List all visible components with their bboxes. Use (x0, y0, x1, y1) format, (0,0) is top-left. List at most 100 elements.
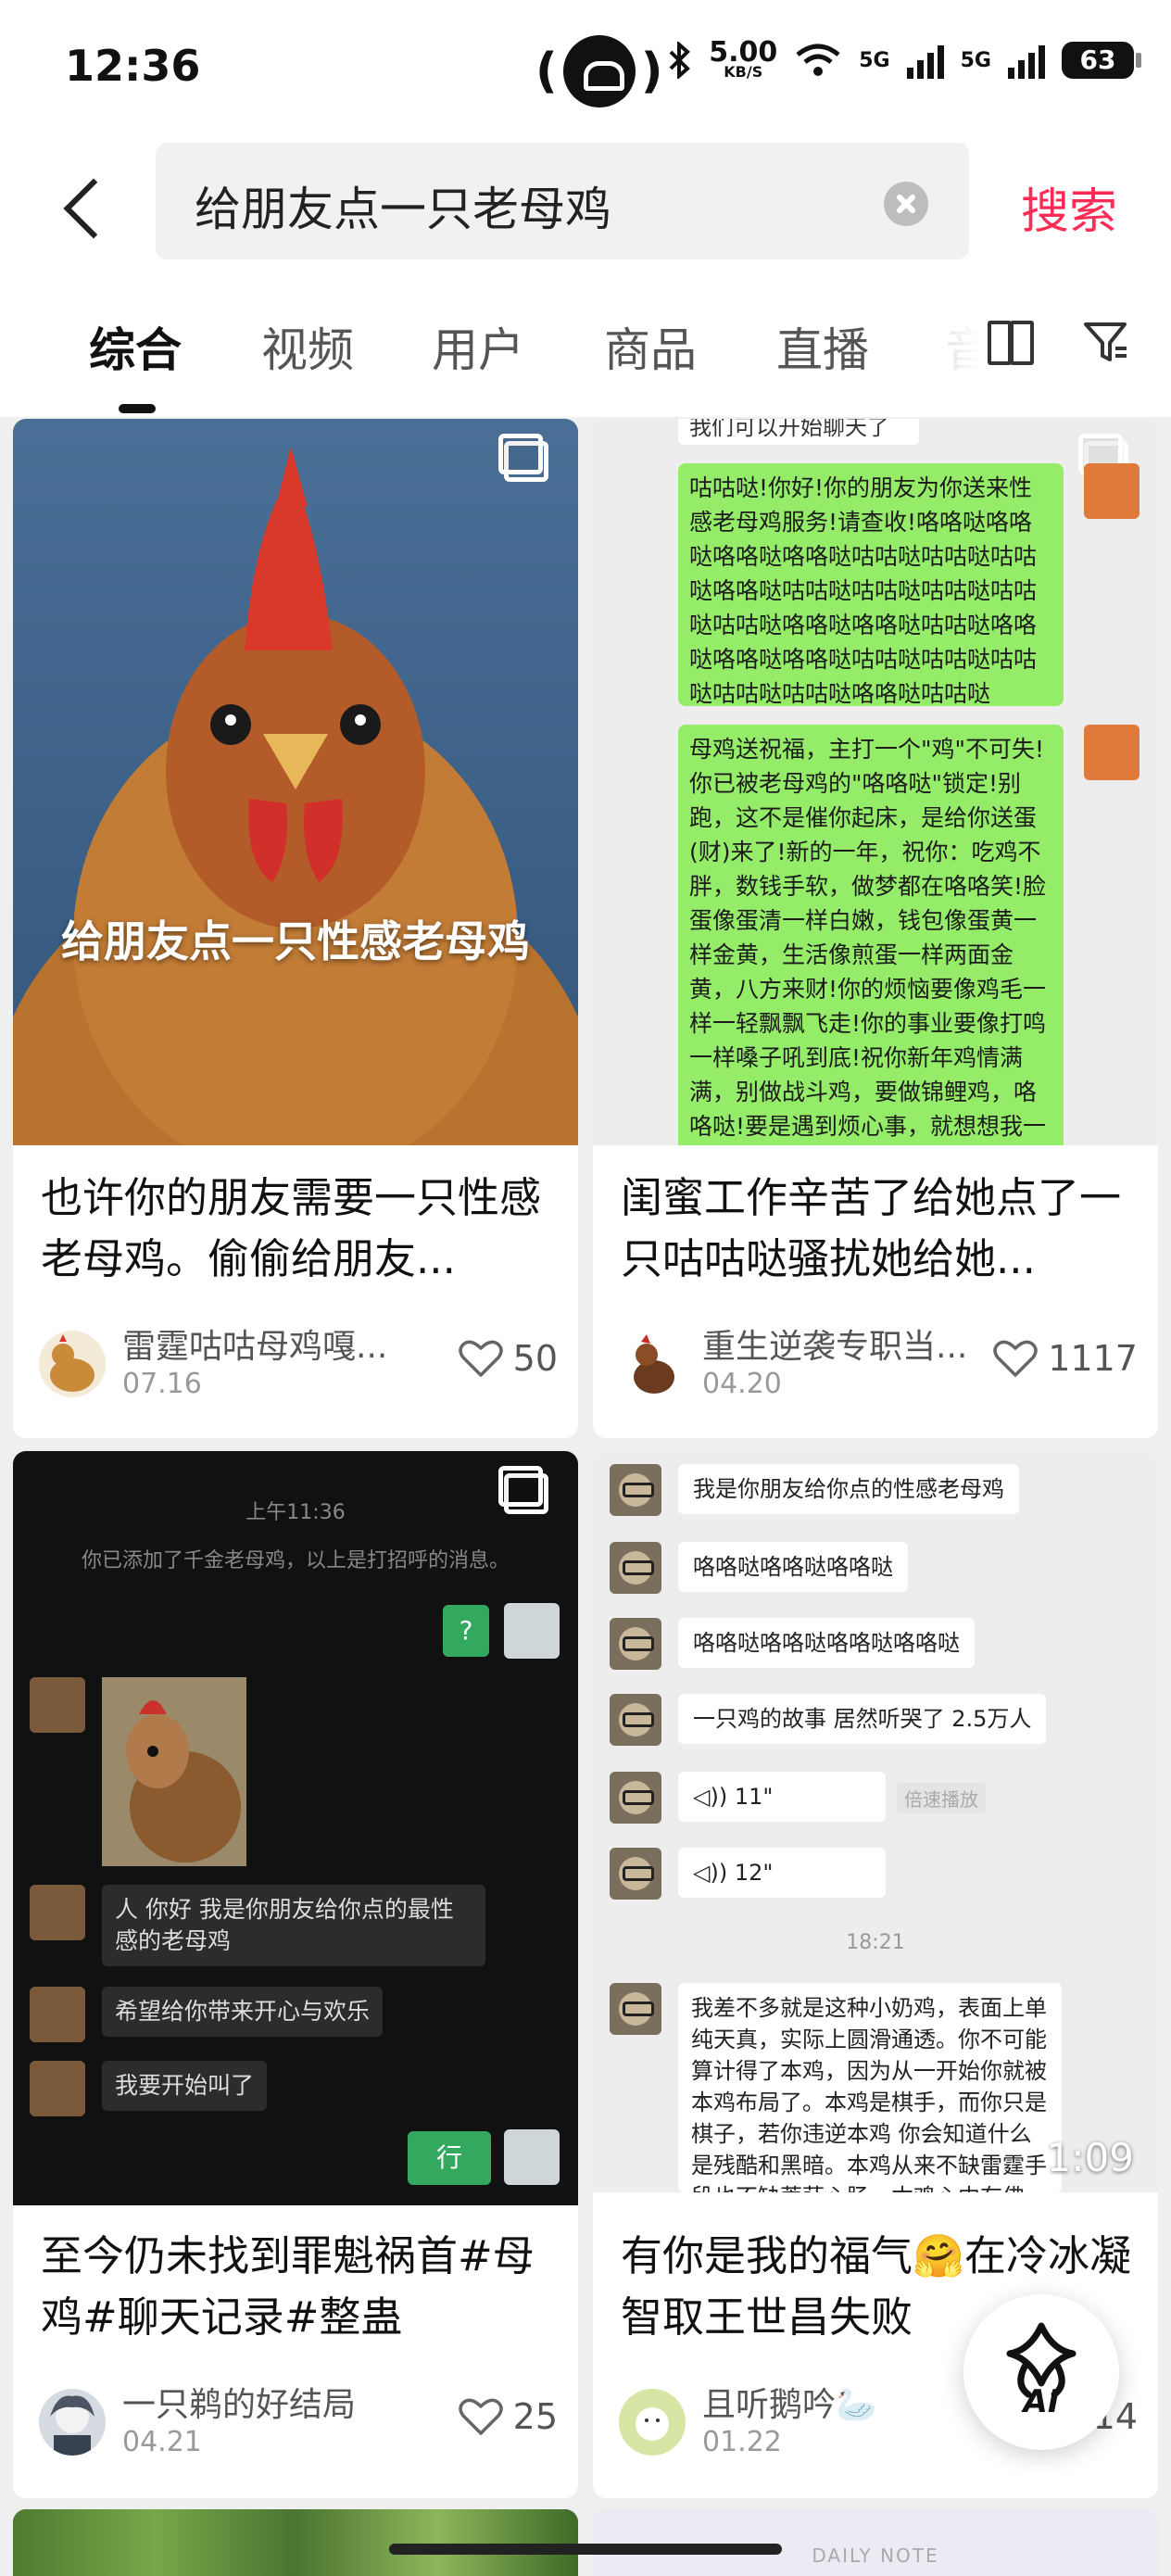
card-2-likes[interactable]: 1117 (992, 1338, 1138, 1379)
result-card-2[interactable]: 我们可以开始聊天了 咕咕哒!你好!你的朋友为你送来性感老母鸡服务!请查收!咯咯哒… (593, 419, 1158, 1438)
card-2-avatar[interactable] (619, 1331, 686, 1397)
card-4-avatar-5 (610, 1772, 661, 1824)
ai-sparkle-icon (1006, 2322, 1077, 2398)
result-tabs: 综合 视频 用户 商品 直播 音 (0, 269, 1171, 417)
card-4-msg-2: 咯咯哒咯咯哒咯咯哒 (678, 1542, 908, 1592)
card-2-thumbnail[interactable]: 我们可以开始聊天了 咕咕哒!你好!你的朋友为你送来性感老母鸡服务!请查收!咯咯哒… (593, 419, 1158, 1145)
tab-users[interactable]: 用户 (432, 313, 524, 380)
tab-products[interactable]: 商品 (604, 313, 697, 380)
card-1-author[interactable]: 雷霆咕咕母鸡嘎... 07.16 (39, 1327, 387, 1401)
search-button[interactable]: 搜索 (1021, 172, 1117, 242)
card-3-self-avatar-2 (504, 2129, 560, 2185)
result-card-5[interactable] (13, 2509, 578, 2576)
status-icons: 5.00 KB/S 5G 5G 63 (668, 39, 1141, 80)
card-4-msg-4: 一只鸡的故事 居然听哭了 2.5万人 (678, 1694, 1047, 1744)
tab-comprehensive[interactable]: 综合 (89, 313, 182, 380)
card-3-chat-time: 上午11:36 (246, 1501, 346, 1524)
tab-live[interactable]: 直播 (776, 313, 869, 380)
filter-icon[interactable] (1082, 319, 1130, 367)
card-3-hen-photo (102, 1677, 246, 1866)
search-input[interactable]: 给朋友点一只老母鸡 (156, 143, 969, 259)
card-4-avatar-7 (610, 1983, 661, 2035)
card-3-date: 04.21 (122, 2426, 202, 2458)
battery-icon: 63 (1062, 42, 1141, 79)
card-4-speed-tag: 倍速播放 (897, 1783, 986, 1813)
card-1-thumbnail[interactable]: 给朋友点一只性感老母鸡 (13, 419, 578, 1145)
tab-video[interactable]: 视频 (261, 313, 354, 380)
card-4-voice-1: ◁)) 11" (678, 1772, 886, 1822)
card-3-msg-3: 我要开始叫了 (102, 2061, 268, 2111)
card-3-likes[interactable]: 25 (458, 2396, 558, 2437)
heart-icon (458, 1340, 503, 1377)
hen-illustration (13, 447, 578, 1145)
result-card-6[interactable]: DAILY NOTE (593, 2509, 1158, 2576)
home-indicator[interactable] (389, 2544, 782, 2555)
card-3-msg-2: 希望给你带来开心与欢乐 (102, 1987, 384, 2037)
card-4-msg-5: 我差不多就是这种小奶鸡，表面上单纯天真，实际上圆滑通透。你不可能算计得了本鸡，因… (678, 1983, 1062, 2192)
card-2-chat-avatar-2 (1084, 725, 1140, 780)
card-4-avatar[interactable] (619, 2389, 686, 2456)
card-4-msg-1: 我是你朋友给你点的性感老母鸡 (678, 1464, 1019, 1514)
card-3-msg-1: 人 你好 我是你朋友给你点的最性感的老母鸡 (102, 1885, 485, 1966)
card-1-likes[interactable]: 50 (458, 1338, 558, 1379)
card-4-avatar-6 (610, 1848, 661, 1900)
card-4-thumbnail[interactable]: 我是你朋友给你点的性感老母鸡 咯咯哒咯咯哒咯咯哒 咯咯哒咯咯哒咯咯哒咯咯哒 一只… (593, 1451, 1158, 2192)
heart-icon (993, 1340, 1039, 1377)
signal-1-icon (906, 42, 944, 79)
card-3-author[interactable]: 一只鹈的好结局 04.21 (39, 2385, 356, 2459)
voice-icon: ◁)) (693, 1784, 735, 1810)
card-4-author-name: 且听鹅吟🦢 (702, 2386, 877, 2424)
card-5-thumbnail[interactable] (13, 2509, 578, 2576)
card-4-duration: 1:09 (1046, 2135, 1134, 2180)
status-bar: 12:36 () 5.00 KB/S 5G 5G 63 (0, 0, 1171, 139)
card-1-avatar[interactable] (39, 1331, 106, 1397)
wifi-icon (796, 44, 840, 76)
card-3-hen-avatar-4 (30, 2061, 85, 2116)
card-4-voice-2: ◁)) 12" (678, 1848, 886, 1898)
ai-assistant-button[interactable]: AI (963, 2294, 1119, 2450)
card-4-avatar-4 (610, 1694, 661, 1746)
card-2-chat-bubble-2: 母鸡送祝福，主打一个"鸡"不可失!你已被老母鸡的"咯咯哒"锁定!别跑，这不是催你… (678, 725, 1064, 1145)
card-3-hen-avatar-3 (30, 1987, 85, 2042)
ai-label: AI (1023, 2383, 1060, 2420)
card-1-like-count: 50 (512, 1338, 558, 1379)
back-button[interactable] (56, 170, 111, 245)
card-1-author-name: 雷霆咕咕母鸡嘎... (122, 1328, 388, 1366)
card-3-avatar[interactable] (39, 2389, 106, 2456)
card-2-chat-avatar-1 (1084, 463, 1140, 519)
result-card-3[interactable]: 上午11:36 你已添加了千金老母鸡，以上是打招呼的消息。 ? 人 你好 我是你… (13, 1451, 578, 2498)
card-2-date: 04.20 (702, 1368, 782, 1400)
search-header: 给朋友点一只老母鸡 搜索 (0, 139, 1171, 269)
status-time: 12:36 (65, 41, 201, 91)
card-1-overlay-text: 给朋友点一只性感老母鸡 (61, 916, 530, 966)
search-query: 给朋友点一只老母鸡 (195, 183, 611, 236)
hotspot-indicator: () (535, 35, 663, 107)
card-4-author[interactable]: 且听鹅吟🦢 01.22 (619, 2385, 877, 2459)
layout-toggle-icon[interactable] (988, 321, 1034, 365)
result-card-1[interactable]: 给朋友点一只性感老母鸡 也许你的朋友需要一只性感老母鸡。偷偷给朋友... 雷霆咕… (13, 419, 578, 1438)
tab-active-indicator (119, 404, 156, 413)
card-2-like-count: 1117 (1048, 1338, 1138, 1379)
multi-image-icon (498, 432, 548, 482)
card-3-reply-bubble: 行 (408, 2131, 491, 2185)
hotspot-icon (562, 35, 636, 107)
voice-icon: ◁)) (693, 1860, 735, 1886)
card-3-self-avatar (504, 1603, 560, 1659)
multi-image-icon (498, 1464, 548, 1514)
card-4-avatar-2 (610, 1542, 661, 1594)
card-4-msg-3: 咯咯哒咯咯哒咯咯哒咯咯哒 (678, 1618, 975, 1668)
card-1-title[interactable]: 也许你的朋友需要一只性感老母鸡。偷偷给朋友... (41, 1168, 569, 1290)
card-1-date: 07.16 (122, 1368, 202, 1400)
card-3-hen-avatar-1 (30, 1677, 85, 1733)
card-3-question-bubble: ? (443, 1605, 489, 1657)
card-2-chat-top: 我们可以开始聊天了 (678, 419, 919, 445)
card-3-thumbnail[interactable]: 上午11:36 你已添加了千金老母鸡，以上是打招呼的消息。 ? 人 你好 我是你… (13, 1451, 578, 2205)
signal-2-icon (1008, 42, 1045, 79)
card-2-author[interactable]: 重生逆袭专职当... 04.20 (619, 1327, 967, 1401)
clear-icon[interactable] (884, 182, 928, 226)
card-3-like-count: 25 (512, 2396, 558, 2437)
card-3-title[interactable]: 至今仍未找到罪魁祸首#母鸡#聊天记录#整蛊 (41, 2226, 569, 2348)
card-3-hen-avatar-2 (30, 1885, 85, 1940)
card-2-title[interactable]: 闺蜜工作辛苦了给她点了一只咕咕哒骚扰她给她... (621, 1168, 1149, 1290)
card-2-chat-bubble-1: 咕咕哒!你好!你的朋友为你送来性感老母鸡服务!请查收!咯咯哒咯咯哒咯咯哒咯咯哒咕… (678, 463, 1064, 706)
